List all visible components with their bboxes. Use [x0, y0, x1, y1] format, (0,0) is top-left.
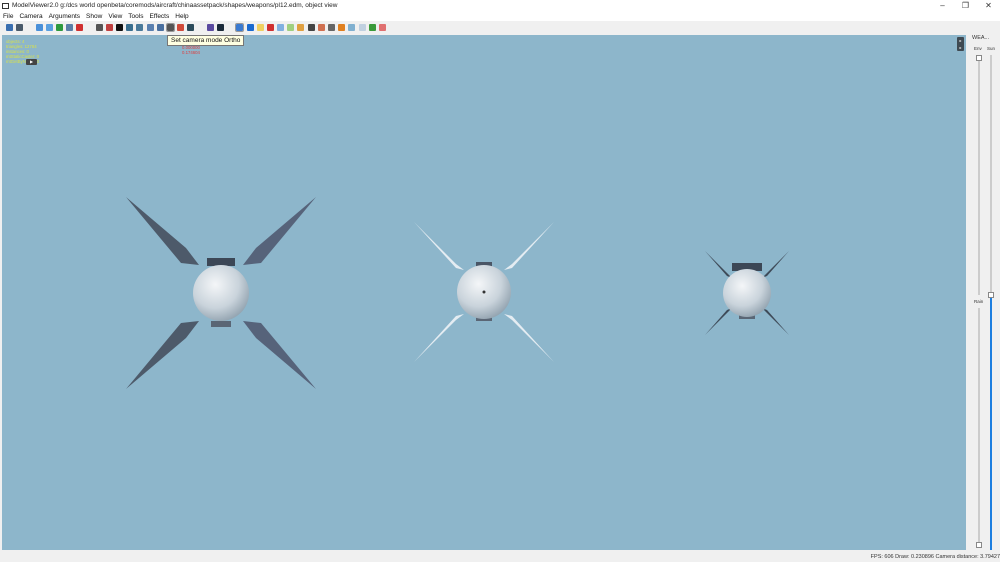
status-bar: FPS: 606 Draw: 0.230896 Camera distance:… — [0, 550, 1000, 562]
red-ball-icon[interactable] — [266, 24, 274, 31]
menu-effects[interactable]: Effects — [149, 13, 169, 20]
sun-slider-thumb[interactable] — [988, 292, 994, 298]
green-light-icon[interactable] — [287, 24, 295, 31]
play-button[interactable]: ▶ — [26, 59, 37, 65]
save-icon[interactable] — [6, 24, 13, 31]
menu-help[interactable]: Help — [175, 13, 188, 20]
black-square-icon[interactable] — [116, 24, 124, 31]
panel-icon[interactable] — [358, 24, 366, 31]
rain-slider-track[interactable] — [978, 308, 980, 545]
fin — [243, 197, 316, 265]
app-icon — [2, 2, 9, 9]
menu-arguments[interactable]: Arguments — [49, 13, 80, 20]
viewport-controls[interactable]: ▸ ▸ — [957, 37, 964, 51]
toolbar-separator — [227, 24, 233, 31]
grid-window-icon[interactable] — [66, 24, 74, 31]
menu-show[interactable]: Show — [86, 13, 102, 20]
menu-bar: File Camera Arguments Show View Tools Ef… — [0, 11, 1000, 21]
person-icon[interactable] — [317, 24, 325, 31]
env-slider-track[interactable] — [978, 55, 980, 295]
skeleton-icon[interactable] — [95, 24, 103, 31]
graph-icon[interactable] — [297, 24, 305, 31]
sun-slider-fill — [990, 295, 992, 550]
stop-icon[interactable] — [378, 24, 386, 31]
rain-label: Rain — [974, 299, 984, 304]
missile-front-view-small — [705, 251, 789, 335]
3d-viewport[interactable]: objects: 4 triangles: 12784 instances: 0… — [2, 35, 966, 550]
reload-icon[interactable] — [16, 24, 24, 31]
globe-icon[interactable] — [35, 24, 43, 31]
rain-slider-thumb[interactable] — [976, 542, 982, 548]
arrow-left-icon[interactable] — [146, 24, 154, 31]
debug-value: 0.174604 — [182, 50, 200, 55]
person-red-icon[interactable] — [76, 24, 84, 31]
light-blue-icon[interactable] — [277, 24, 285, 31]
lamp-icon[interactable] — [126, 24, 134, 31]
toolbar-separator — [198, 24, 204, 31]
ship-icon[interactable] — [328, 24, 335, 31]
tree-icon[interactable] — [348, 24, 356, 31]
debug-values: 0.000000 0.174604 — [182, 45, 200, 55]
ring-icon[interactable] — [45, 24, 53, 31]
restore-button[interactable]: ❐ — [954, 0, 977, 11]
env-slider-thumb[interactable] — [976, 55, 982, 61]
menu-file[interactable]: File — [3, 13, 13, 20]
orange-ball-icon[interactable] — [338, 24, 346, 31]
toolbar-separator — [87, 24, 93, 31]
missile-front-view-dark-fins — [126, 197, 316, 389]
color-balls-icon[interactable] — [177, 24, 185, 31]
undo-icon[interactable] — [206, 24, 214, 31]
menu-tools[interactable]: Tools — [128, 13, 143, 20]
ortho-camera-icon[interactable] — [166, 23, 175, 32]
fin — [243, 321, 316, 389]
figure-icon[interactable] — [136, 24, 144, 31]
dark-screen-icon[interactable] — [187, 24, 195, 31]
pin-icon[interactable] — [307, 24, 315, 31]
weather-panel: WEA... Env Sun Rain — [968, 33, 1000, 550]
title-bar: ModelViewer2.0 g:/dcs world openbeta/cor… — [0, 0, 1000, 11]
env-label: Env — [974, 46, 982, 51]
folder-icon[interactable] — [256, 24, 264, 31]
fin — [126, 197, 199, 265]
arrow-right-icon[interactable] — [156, 24, 164, 31]
missile-front-view-light-fins — [414, 222, 554, 362]
expand-icon[interactable]: ▸ — [957, 44, 964, 51]
bar-chart-icon[interactable] — [235, 23, 245, 32]
green-grid-icon[interactable] — [368, 24, 376, 31]
close-button[interactable]: ✕ — [977, 0, 1000, 11]
status-text: FPS: 606 Draw: 0.230896 Camera distance:… — [870, 554, 1000, 560]
sun-label: Sun — [987, 46, 996, 51]
sphere-dark-icon[interactable] — [216, 24, 224, 31]
missile-body — [193, 265, 249, 321]
weather-panel-title: WEA... — [972, 35, 990, 41]
minimize-button[interactable]: – — [931, 0, 954, 11]
dot-icon[interactable] — [105, 24, 113, 31]
blue-dot-icon[interactable] — [246, 24, 254, 31]
toolbar — [0, 21, 1000, 34]
refresh-icon[interactable] — [55, 24, 63, 31]
menu-view[interactable]: View — [108, 13, 122, 20]
sun-slider-track[interactable] — [990, 55, 992, 295]
tooltip: Set camera mode Ortho — [167, 35, 245, 46]
missile-models — [126, 197, 789, 389]
toolbar-separator — [26, 24, 32, 31]
window-title: ModelViewer2.0 g:/dcs world openbeta/cor… — [12, 2, 338, 9]
expand-icon[interactable]: ▸ — [957, 37, 964, 44]
fin — [126, 321, 199, 389]
menu-camera[interactable]: Camera — [19, 13, 42, 20]
